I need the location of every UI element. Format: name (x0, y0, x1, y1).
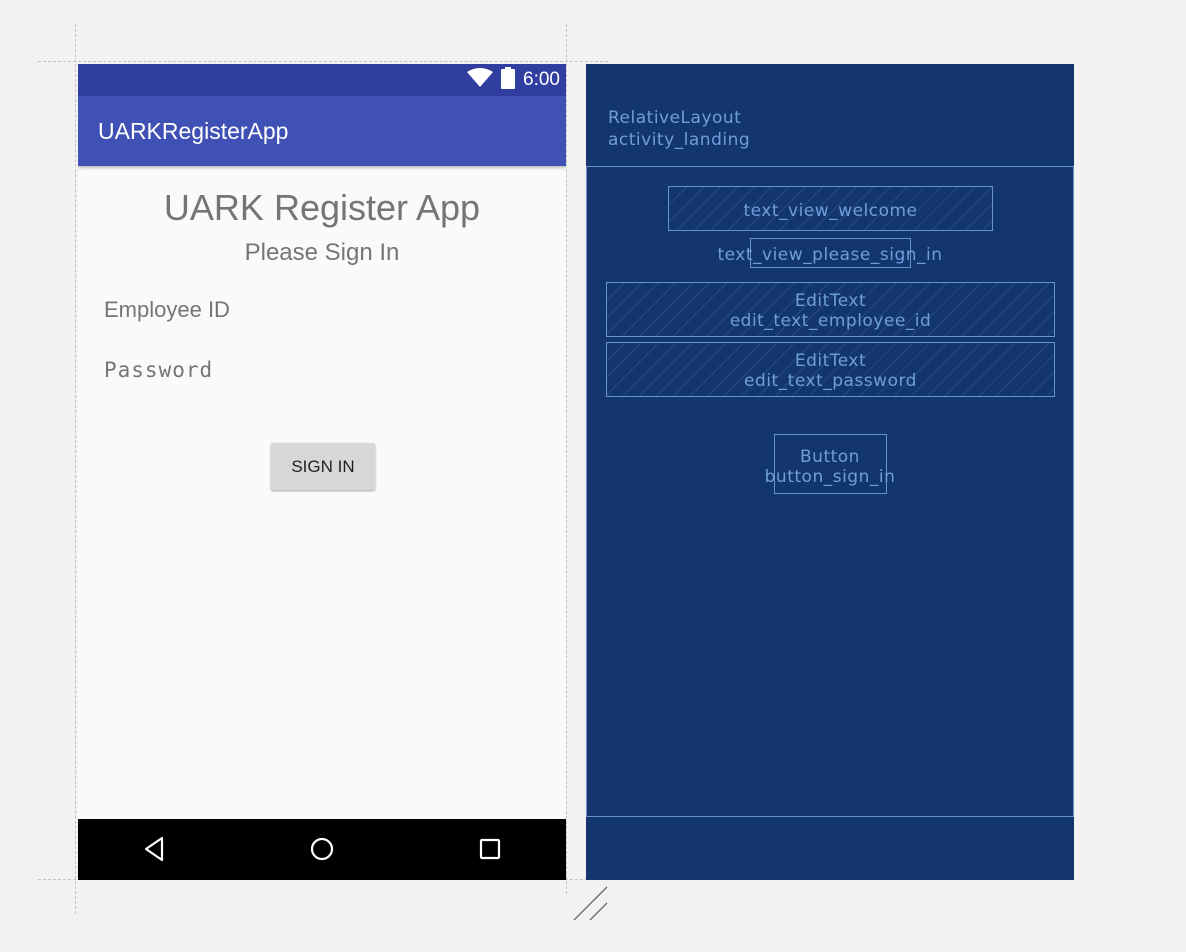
blueprint-please-sign-in-label: text_view_please_sign_in (717, 245, 943, 265)
recents-icon[interactable] (470, 831, 510, 867)
blueprint-password-label: EditText edit_text_password (744, 351, 917, 391)
blueprint-edge-right (1073, 166, 1074, 817)
blueprint-employee-id-label: EditText edit_text_employee_id (729, 291, 932, 331)
blueprint-divider-top (586, 166, 1074, 167)
wifi-icon (467, 68, 494, 92)
please-sign-in-text: Please Sign In (244, 239, 400, 266)
guide-line-right (566, 24, 567, 894)
battery-icon (501, 67, 516, 93)
resize-handle-icon[interactable] (570, 884, 610, 924)
status-time: 6:00 (523, 69, 560, 90)
app-title: UARKRegisterApp (98, 118, 289, 144)
design-preview: 6:00 UARKRegisterApp UARK Register App P… (78, 64, 566, 880)
app-bar: UARKRegisterApp (78, 96, 566, 166)
blueprint-divider-bottom (586, 816, 1074, 817)
blueprint-view: RelativeLayout activity_landing text_vie… (586, 64, 1074, 880)
status-bar: 6:00 (78, 64, 566, 96)
blueprint-sign-in-button-label: Button button_sign_in (764, 447, 896, 487)
blueprint-layout-label: RelativeLayout activity_landing (608, 108, 751, 150)
employee-id-field[interactable] (104, 288, 544, 332)
blueprint-welcome-label: text_view_welcome (743, 201, 918, 221)
home-icon[interactable] (302, 831, 342, 867)
guide-line-left (75, 24, 76, 914)
back-icon[interactable] (134, 831, 174, 867)
navigation-bar (78, 819, 566, 880)
blueprint-edge-left (586, 166, 587, 817)
guide-line-top (38, 61, 608, 62)
password-field[interactable] (104, 348, 544, 392)
sign-in-button[interactable]: SIGN IN (271, 443, 375, 490)
welcome-text: UARK Register App (163, 187, 481, 228)
